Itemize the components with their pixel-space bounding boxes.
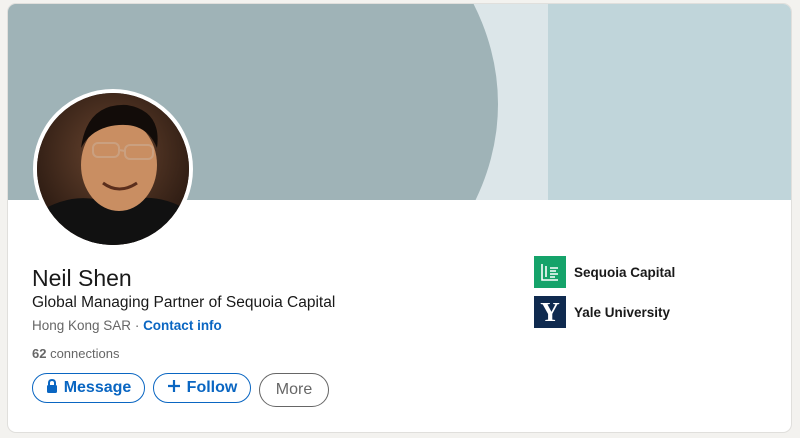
connections-line: 62 connections [32,346,119,361]
lock-icon [46,378,58,398]
profile-card: Neil Shen Global Managing Partner of Seq… [8,4,791,432]
experience-item-sequoia[interactable]: Sequoia Capital [534,256,675,288]
location-separator: · [131,318,144,333]
profile-location-line: Hong Kong SAR · Contact info [32,318,222,333]
sequoia-logo-icon [534,256,566,288]
profile-headline: Global Managing Partner of Sequoia Capit… [32,294,336,311]
profile-location: Hong Kong SAR [32,318,132,333]
experience-item-yale[interactable]: Y Yale University [534,296,670,328]
experience-sequoia-label: Sequoia Capital [574,264,676,280]
plus-icon [167,379,181,398]
more-button-label: More [275,381,313,398]
message-button[interactable]: Message [32,373,145,403]
follow-button[interactable]: Follow [153,373,251,403]
message-button-label: Message [63,379,132,396]
more-button[interactable]: More [259,373,329,407]
yale-logo-icon: Y [534,296,566,328]
contact-info-link[interactable]: Contact info [143,318,222,333]
profile-name: Neil Shen [32,265,132,291]
avatar[interactable] [33,89,193,249]
follow-button-label: Follow [186,379,238,396]
connections-count: 62 [32,346,47,361]
connections-label: connections [46,346,120,361]
experience-yale-label: Yale University [574,304,671,320]
